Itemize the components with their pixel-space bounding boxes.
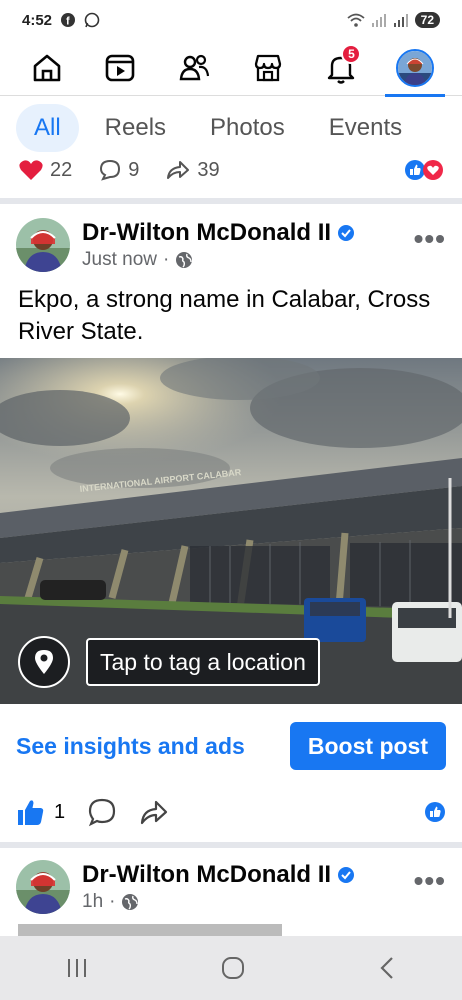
author-avatar[interactable]	[16, 218, 70, 272]
svg-text:f: f	[66, 16, 70, 28]
marketplace-icon	[254, 54, 281, 81]
status-time: 4:52	[22, 11, 53, 29]
feed-divider	[0, 198, 462, 204]
reactions-summary[interactable]	[404, 159, 444, 181]
comments-count: 9	[128, 158, 140, 181]
love-reaction-icon	[423, 160, 443, 180]
verified-badge-icon	[338, 225, 355, 241]
post-header: Dr-Wilton McDonald II Just now · •••	[0, 212, 462, 278]
shares-count: 39	[197, 158, 220, 181]
author-avatar[interactable]	[16, 860, 70, 914]
nav-home[interactable]	[17, 40, 77, 96]
tab-events[interactable]: Events	[311, 104, 420, 152]
like-count: 1	[54, 800, 66, 823]
nav-profile[interactable]	[385, 40, 446, 97]
post-text: Ekpo, a strong name in Calabar, Cross Ri…	[18, 286, 431, 345]
post2-header: Dr-Wilton McDonald II 1h · •••	[0, 854, 462, 920]
system-nav-bar	[0, 936, 462, 1000]
profile-avatar	[396, 48, 435, 87]
recent-apps-icon[interactable]	[65, 957, 89, 979]
back-icon[interactable]	[377, 955, 397, 981]
like-reaction-icon[interactable]	[424, 801, 446, 823]
tab-reels[interactable]: Reels	[87, 104, 184, 152]
nav-marketplace[interactable]	[238, 40, 298, 96]
post-time[interactable]: Just now	[82, 249, 157, 271]
comments-stat[interactable]: 9	[98, 158, 139, 182]
wifi-icon	[347, 13, 365, 27]
heart-icon	[19, 160, 43, 180]
battery-icon: 72	[414, 12, 440, 28]
feed-divider	[0, 842, 462, 848]
tag-location-pin-button[interactable]	[18, 636, 70, 688]
post-time[interactable]: 1h	[82, 891, 103, 913]
see-insights-link[interactable]: See insights and ads	[16, 733, 245, 760]
tab-all[interactable]: All	[16, 104, 79, 152]
previous-post-stats: 22 9 39	[0, 152, 462, 188]
author-name[interactable]: Dr-Wilton McDonald II	[82, 861, 331, 889]
shares-stat[interactable]: 39	[165, 158, 220, 182]
comment-icon	[100, 159, 121, 181]
globe-icon	[122, 894, 139, 910]
author-name[interactable]: Dr-Wilton McDonald II	[82, 219, 331, 247]
post-photo[interactable]: INTERNATIONAL AIRPORT CALABAR Tap to tag…	[0, 358, 462, 704]
post-actions: 1	[0, 790, 462, 834]
whatsapp-status-icon	[84, 12, 100, 28]
filter-tabs: All Reels Photos Events	[0, 98, 462, 158]
nav-notifications[interactable]: 5	[311, 40, 371, 96]
facebook-status-icon: f	[61, 13, 76, 28]
notification-badge: 5	[341, 43, 362, 64]
tag-location-tooltip[interactable]: Tap to tag a location	[86, 638, 320, 686]
nav-video[interactable]	[90, 40, 150, 96]
post-more-options-button[interactable]: •••	[414, 223, 446, 255]
verified-badge-icon	[338, 867, 355, 883]
post-promo-row: See insights and ads Boost post	[0, 720, 462, 772]
share-icon	[167, 161, 190, 179]
post2-text-teaser	[18, 924, 458, 936]
signal-icon-2	[393, 14, 408, 27]
share-icon[interactable]	[139, 798, 169, 826]
home-icon	[33, 54, 61, 81]
comment-icon[interactable]	[87, 797, 117, 827]
location-pin-icon	[35, 650, 53, 674]
reactions-stat[interactable]: 22	[18, 158, 72, 182]
video-icon	[106, 54, 135, 81]
post-more-options-button[interactable]: •••	[414, 865, 446, 897]
like-filled-icon[interactable]	[16, 798, 46, 826]
boost-post-button[interactable]: Boost post	[289, 722, 446, 770]
top-nav: 5	[0, 40, 462, 97]
home-button-icon[interactable]	[220, 955, 246, 981]
globe-icon	[176, 252, 193, 268]
reactions-count: 22	[50, 158, 73, 181]
signal-icon-1	[371, 14, 386, 27]
nav-friends[interactable]	[164, 40, 224, 96]
status-bar: 4:52 f 72	[0, 0, 462, 40]
tab-photos[interactable]: Photos	[192, 104, 303, 152]
friends-icon	[179, 54, 210, 80]
